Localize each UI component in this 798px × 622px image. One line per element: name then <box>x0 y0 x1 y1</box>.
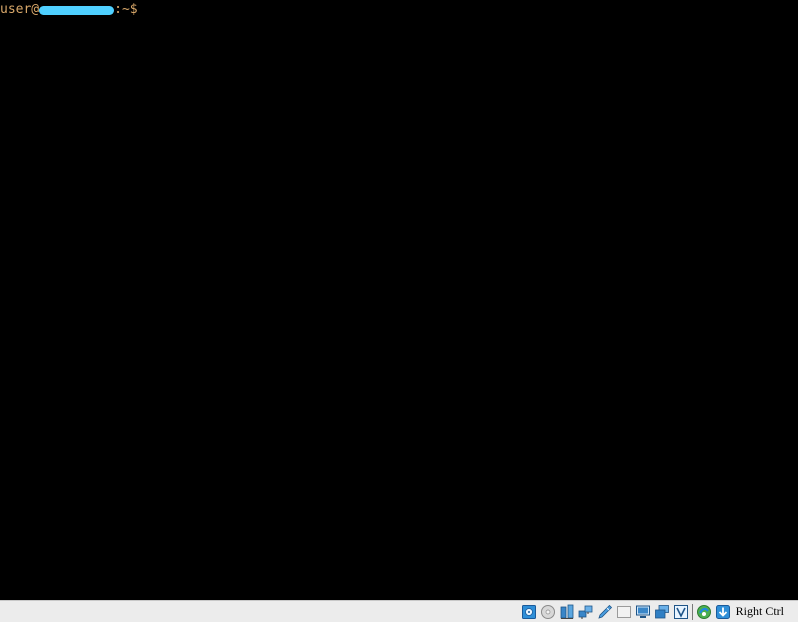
vm-status-bar: Right Ctrl <box>0 600 798 622</box>
status-separator <box>691 603 693 620</box>
display-icon[interactable] <box>635 604 651 620</box>
optical-drive-icon[interactable] <box>540 604 556 620</box>
prompt-user: user@ <box>0 2 40 17</box>
mouse-integration-icon[interactable] <box>696 604 712 620</box>
virtualization-icon[interactable] <box>673 604 689 620</box>
audio-icon[interactable] <box>559 604 575 620</box>
hard-disk-icon[interactable] <box>521 604 537 620</box>
redacted-hostname <box>39 6 115 15</box>
keyboard-capture-icon[interactable] <box>715 604 731 620</box>
shared-folder-icon[interactable] <box>616 604 632 620</box>
terminal-screen[interactable]: user@ :~$ <box>0 0 798 600</box>
video-capture-icon[interactable] <box>654 604 670 620</box>
virtualbox-vm-window: user@ :~$ Right Ctrl <box>0 0 798 622</box>
shell-prompt: user@ :~$ <box>0 1 798 18</box>
network-icon[interactable] <box>578 604 594 620</box>
usb-icon[interactable] <box>597 604 613 620</box>
prompt-suffix: :~$ <box>114 2 138 17</box>
host-key-label: Right Ctrl <box>735 604 784 618</box>
